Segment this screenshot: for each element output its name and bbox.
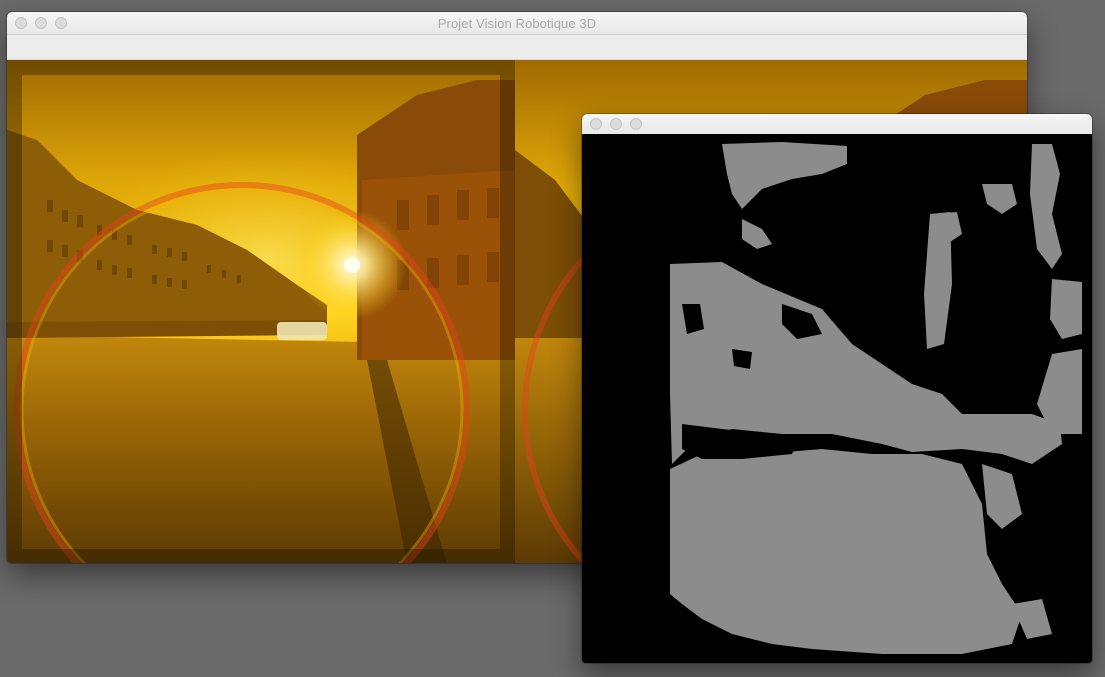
depth-titlebar[interactable] (582, 114, 1092, 134)
close-icon[interactable] (590, 118, 602, 130)
minimize-icon[interactable] (610, 118, 622, 130)
window-title: Projet Vision Robotique 3D (437, 16, 597, 31)
disparity-map-image (582, 134, 1092, 663)
main-toolbar (7, 35, 1027, 60)
zoom-icon[interactable] (630, 118, 642, 130)
main-titlebar[interactable]: Projet Vision Robotique 3D (7, 12, 1027, 35)
left-camera-image (7, 60, 515, 563)
window-controls (590, 118, 642, 130)
depth-window (582, 114, 1092, 663)
